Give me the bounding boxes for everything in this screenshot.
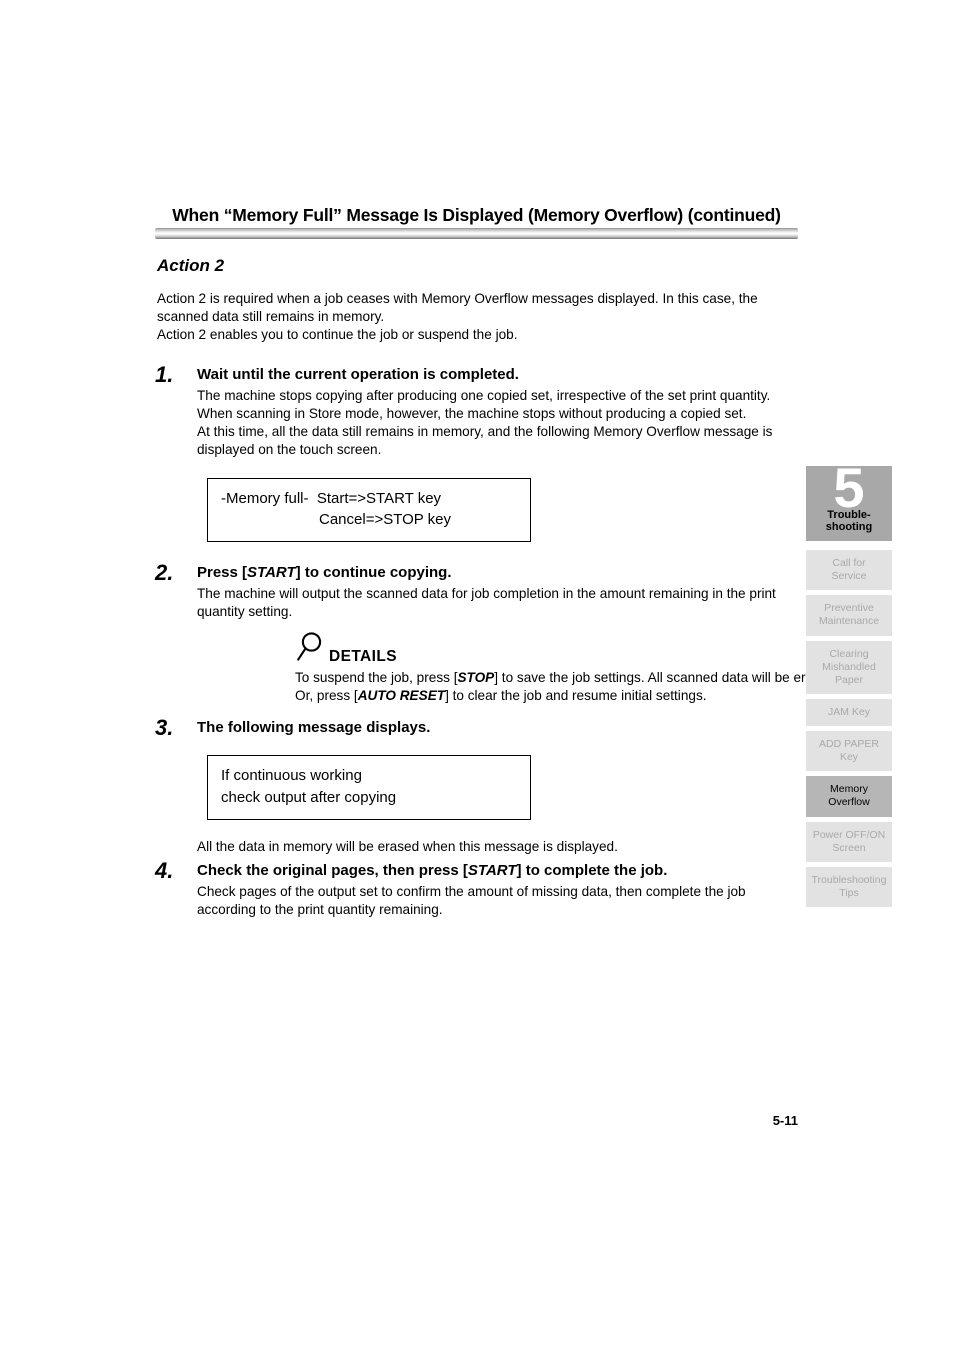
tab-troubleshooting-tips[interactable]: Troubleshooting Tips (806, 866, 892, 907)
section-intro: Action 2 is required when a job ceases w… (157, 290, 798, 344)
details-header: DETAILS (295, 631, 798, 668)
tab-add-paper-key-line-2: Key (839, 751, 859, 764)
step-1-paragraph-2: At this time, all the data still remains… (197, 424, 773, 458)
details-label: DETAILS (329, 648, 397, 666)
tab-call-for-service[interactable]: Call for Service (806, 550, 892, 591)
lcd-message-box-continuous-working: If continuous working check output after… (207, 755, 531, 821)
step-4-title-prefix: Check the original pages, then press [ (197, 862, 468, 880)
tab-jam-key[interactable]: JAM Key (806, 698, 892, 726)
step-2-title-suffix: ] to continue copying. (295, 564, 452, 582)
step-1-title: Wait until the current operation is comp… (197, 366, 519, 384)
details-line-1-prefix: To suspend the job, press [ (295, 670, 458, 686)
details-line-1-suffix: ] to save the job settings. All scanned … (494, 670, 839, 686)
chapter-label: Trouble- shooting (806, 509, 892, 534)
header-divider-rule (155, 228, 798, 240)
tab-clearing-mishandled-paper-line-1: Clearing (829, 647, 869, 660)
step-4-title: Check the original pages, then press [ST… (197, 862, 798, 880)
tab-add-paper-key-line-1: ADD PAPER (819, 738, 879, 750)
step-3-title: The following message displays. (197, 719, 431, 737)
step-1-number: 1. (155, 362, 174, 388)
chapter-number: 5 (833, 456, 865, 519)
tab-memory-overflow[interactable]: Memory Overflow (806, 776, 892, 817)
tab-clearing-mishandled-paper-line-2: Mishandled (822, 660, 876, 673)
step-3-number: 3. (155, 715, 174, 741)
step-2-title-prefix: Press [ (197, 564, 248, 582)
tab-memory-overflow-line-1: Memory (830, 783, 868, 796)
section-intro-line-2: Action 2 enables you to continue the job… (157, 327, 518, 343)
lcd-message-line-1: -Memory full- Start=>START key (221, 489, 442, 507)
step-4: 4. Check the original pages, then press … (155, 858, 798, 919)
step-1-body: The machine stops copying after producin… (197, 387, 798, 459)
main-content: Action 2 Action 2 is required when a job… (155, 256, 839, 919)
section-intro-line-1: Action 2 is required when a job ceases w… (157, 291, 758, 325)
tab-add-paper-key[interactable]: ADD PAPER Key (806, 731, 892, 772)
tab-troubleshooting-tips-line-2: Tips (839, 886, 859, 899)
step-2-title-key: START (247, 564, 296, 582)
step-4-number: 4. (155, 858, 174, 884)
tab-call-for-service-line-1: Call for (832, 557, 866, 569)
tab-power-off-on-screen[interactable]: Power OFF/ON Screen (806, 821, 892, 862)
tab-chapter-troubleshooting[interactable]: 5 Trouble- shooting (806, 460, 892, 541)
tab-troubleshooting-tips-line-1: Troubleshooting (811, 873, 887, 886)
step-2-number: 2. (155, 560, 174, 586)
tab-preventive-maintenance[interactable]: Preventive Maintenance (806, 595, 892, 636)
tab-memory-overflow-line-2: Overflow (828, 796, 870, 809)
lcd-message-box-memory-full: -Memory full- Start=>START key Cancel=>S… (207, 477, 531, 543)
tab-jam-key-line-1: JAM Key (827, 705, 870, 718)
tab-call-for-service-line-2: Service (831, 570, 867, 583)
details-line-2-key: AUTO RESET (357, 688, 446, 704)
chapter-label-line-1: Trouble- (827, 508, 871, 521)
step-2-body: The machine will output the scanned data… (197, 586, 776, 620)
details-body: To suspend the job, press [STOP] to save… (295, 669, 840, 705)
tab-power-off-on-screen-line-1: Power OFF/ON (812, 828, 886, 841)
step-4-body: Check pages of the output set to confirm… (197, 884, 746, 918)
chapter-tab-rail: 5 Trouble- shooting Call for Service Pre… (806, 460, 892, 912)
lcd-message-2-line-1: If continuous working (221, 767, 362, 785)
details-note: DETAILS To suspend the job, press [STOP]… (295, 631, 839, 705)
chapter-label-line-2: shooting (825, 521, 873, 534)
step-3: 3. The following message displays. (155, 715, 798, 740)
page-number: 5-11 (772, 1113, 798, 1128)
tab-clearing-mishandled-paper[interactable]: Clearing Mishandled Paper (806, 640, 892, 694)
details-line-1-key: STOP (457, 670, 495, 686)
tab-preventive-maintenance-line-2: Maintenance (818, 615, 880, 628)
details-line-2-suffix: ] to clear the job and resume initial se… (445, 688, 707, 704)
step-4-title-suffix: ] to complete the job. (516, 862, 668, 880)
step-1-paragraph-1: The machine stops copying after producin… (197, 388, 771, 422)
lcd-message-2-line-2: check output after copying (221, 788, 397, 806)
section-heading: Action 2 (157, 256, 225, 275)
tab-clearing-mishandled-paper-line-3: Paper (834, 673, 864, 686)
step-4-title-key: START (467, 862, 517, 880)
tab-preventive-maintenance-line-1: Preventive (824, 602, 874, 615)
step-1: 1. Wait until the current operation is c… (155, 362, 798, 459)
step-2: 2. Press [START] to continue copying. Th… (155, 560, 839, 705)
step-2-title: Press [START] to continue copying. (197, 564, 798, 582)
details-line-2-prefix: Or, press [ (295, 688, 358, 704)
magnifier-icon (295, 631, 323, 668)
step-3-body-wrap: All the data in memory will be erased wh… (155, 838, 798, 856)
lcd-message-line-2: Cancel=>STOP key (319, 510, 452, 528)
page-title: When “Memory Full” Message Is Displayed … (172, 205, 781, 225)
tab-power-off-on-screen-line-2: Screen (832, 841, 866, 854)
step-3-body: All the data in memory will be erased wh… (197, 839, 618, 855)
page-header: When “Memory Full” Message Is Displayed … (155, 205, 798, 240)
